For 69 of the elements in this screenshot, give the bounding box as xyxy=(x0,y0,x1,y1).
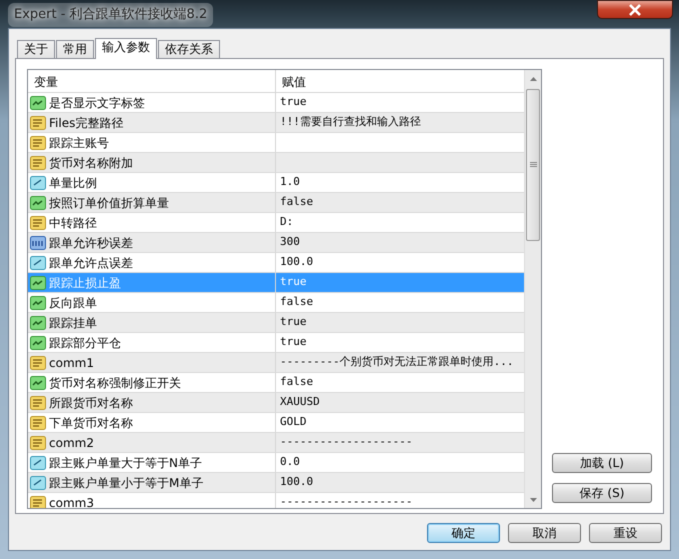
parameter-name: 跟踪挂单 xyxy=(49,314,97,332)
parameter-value: true xyxy=(280,314,306,330)
parameter-name: 货币对名称附加 xyxy=(49,154,133,172)
table-row[interactable]: comm2 -------------------- xyxy=(28,433,524,453)
parameter-name: Files完整路径 xyxy=(49,114,124,132)
tab[interactable]: 常用 xyxy=(56,40,94,58)
parameter-name: 所跟货币对名称 xyxy=(49,394,133,412)
parameter-value: 1.0 xyxy=(280,174,300,190)
parameter-value: false xyxy=(280,294,314,310)
parameter-name: 跟踪主账号 xyxy=(49,134,109,152)
parameter-value: GOLD xyxy=(280,414,306,430)
parameter-name: comm2 xyxy=(49,434,94,452)
table-row[interactable]: 跟单允许秒误差 300 xyxy=(28,233,524,253)
parameter-value: !!!需要自行查找和输入路径 xyxy=(280,114,421,130)
parameter-value: 300 xyxy=(280,234,300,250)
grip-icon xyxy=(530,162,536,168)
parameter-value: false xyxy=(280,194,314,210)
tab[interactable]: 依存关系 xyxy=(158,40,220,58)
parameter-name: 货币对名称强制修正开关 xyxy=(49,374,181,392)
parameter-value: ---------个别货币对无法正常跟单时使用... xyxy=(280,354,514,370)
parameter-name: comm3 xyxy=(49,494,94,508)
parameter-value: true xyxy=(280,334,306,350)
close-button[interactable] xyxy=(597,0,673,19)
parameter-value: XAUUSD xyxy=(280,394,320,410)
parameter-value: 0.0 xyxy=(280,454,300,470)
parameter-name: 是否显示文字标签 xyxy=(49,94,145,112)
scrollbar-thumb[interactable] xyxy=(526,89,540,241)
parameter-name: 跟踪止损止盈 xyxy=(49,274,121,292)
window-title: Expert - 利合跟单软件接收端8.2 xyxy=(8,3,214,26)
column-header[interactable]: 赋值 xyxy=(276,70,312,92)
parameter-name: 反向跟单 xyxy=(49,294,97,312)
side-button[interactable]: 保存 (S) xyxy=(552,483,652,503)
table-row[interactable]: 按照订单价值折算单量 false xyxy=(28,193,524,213)
parameter-name: 跟踪部分平仓 xyxy=(49,334,121,352)
parameter-name: 跟单允许秒误差 xyxy=(49,234,133,252)
parameter-value: -------------------- xyxy=(280,434,412,450)
parameter-value: -------------------- xyxy=(280,494,412,508)
parameter-name: 跟单允许点误差 xyxy=(49,254,133,272)
table-row[interactable]: 货币对名称附加 xyxy=(28,153,524,173)
parameter-name: 按照订单价值折算单量 xyxy=(49,194,169,212)
close-icon xyxy=(628,4,642,16)
side-button[interactable]: 加载 (L) xyxy=(552,453,652,473)
parameter-name: 跟主账户单量小于等于M单子 xyxy=(49,474,204,492)
tab[interactable]: 输入参数 xyxy=(95,38,157,59)
parameter-name: 下单货币对名称 xyxy=(49,414,133,432)
parameter-value: 100.0 xyxy=(280,474,314,490)
parameter-value: false xyxy=(280,374,314,390)
scroll-up-icon[interactable] xyxy=(530,76,536,80)
table-row[interactable]: comm1 ---------个别货币对无法正常跟单时使用... xyxy=(28,353,524,373)
parameter-value: 100.0 xyxy=(280,254,314,270)
parameter-name: 单量比例 xyxy=(49,174,97,192)
table-row[interactable]: 所跟货币对名称 XAUUSD xyxy=(28,393,524,413)
dialog-button[interactable]: 确定 xyxy=(427,523,500,543)
table-row[interactable]: 跟主账户单量小于等于M单子 100.0 xyxy=(28,473,524,493)
parameter-value: true xyxy=(280,274,306,290)
table-row[interactable]: 跟踪挂单 true xyxy=(28,313,524,333)
dialog-button[interactable]: 重设 xyxy=(589,523,662,543)
parameter-name: comm1 xyxy=(49,354,94,372)
scroll-down-icon[interactable] xyxy=(530,498,536,502)
table-row[interactable]: Files完整路径 !!!需要自行查找和输入路径 xyxy=(28,113,524,133)
column-header[interactable]: 变量 xyxy=(28,70,276,92)
parameter-value: true xyxy=(280,94,306,110)
dialog-button[interactable]: 取消 xyxy=(508,523,581,543)
parameter-value: D: xyxy=(280,214,294,230)
scrollbar[interactable] xyxy=(524,70,541,508)
table-row[interactable]: comm3 -------------------- xyxy=(28,493,524,508)
parameter-name: 中转路径 xyxy=(49,214,97,232)
tab[interactable]: 关于 xyxy=(17,40,55,58)
parameter-name: 跟主账户单量大于等于N单子 xyxy=(49,454,202,472)
